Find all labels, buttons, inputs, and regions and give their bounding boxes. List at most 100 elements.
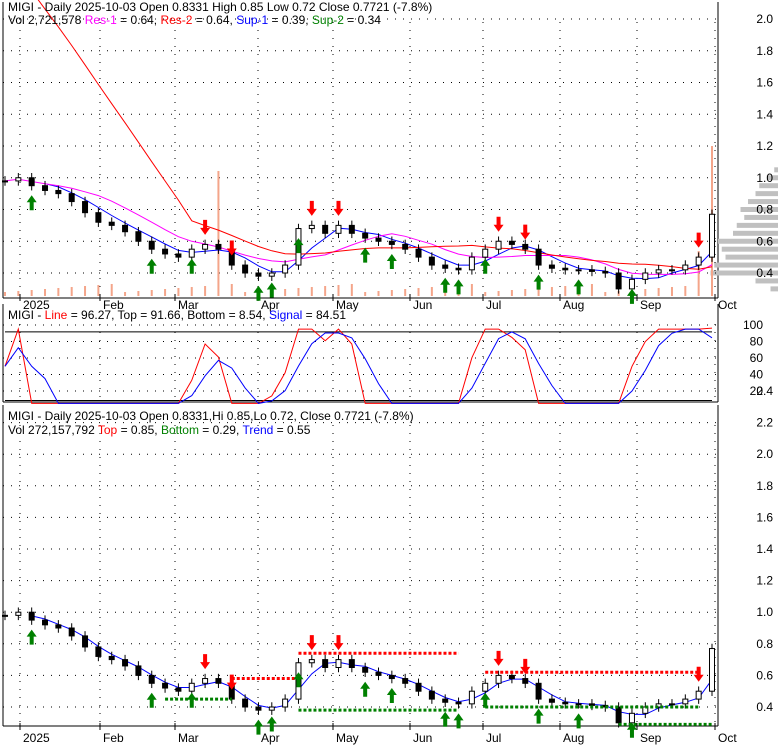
trend-price-y-tick-label: 2.0 bbox=[756, 447, 773, 461]
trend-candle-body bbox=[575, 703, 582, 706]
volume-bar bbox=[124, 292, 127, 296]
price-y-tick-label: 2.0 bbox=[756, 12, 773, 26]
volume-label: Vol 2,721,578 bbox=[8, 13, 82, 27]
trend-candle-body bbox=[348, 659, 355, 668]
up-arrow-icon bbox=[266, 282, 277, 298]
candle-body bbox=[215, 243, 222, 250]
up-arrow-icon bbox=[266, 716, 277, 732]
trend-candle-body bbox=[522, 678, 529, 684]
volume-bar bbox=[644, 289, 647, 296]
up-arrow-icon bbox=[26, 195, 37, 211]
down-arrow-icon bbox=[493, 216, 504, 232]
trend-candle-body bbox=[709, 648, 715, 692]
volume-bar bbox=[670, 287, 673, 296]
volume-profile-bar bbox=[774, 167, 778, 173]
res1-value: = 0.64, bbox=[116, 13, 161, 27]
candle-body bbox=[415, 248, 422, 258]
down-arrow-icon bbox=[200, 219, 211, 235]
candle-body bbox=[42, 185, 49, 191]
candle-body bbox=[268, 272, 275, 277]
up-arrow-icon bbox=[533, 708, 544, 724]
trend-candle-body bbox=[202, 678, 209, 684]
volume-bar bbox=[337, 285, 340, 296]
candle-body bbox=[362, 232, 369, 239]
stoch-signal-value: = 84.51 bbox=[302, 308, 347, 322]
down-arrow-icon bbox=[306, 200, 317, 216]
trend-candle-body bbox=[628, 712, 635, 724]
candle-body bbox=[375, 237, 382, 242]
x-tick-label-top: Jun bbox=[413, 298, 432, 312]
trend-candle-body bbox=[68, 627, 75, 637]
chart-canvas: 0.40.60.81.01.21.41.61.82.0204060801000.… bbox=[2, 0, 778, 745]
trend-candle-body bbox=[282, 698, 289, 708]
x-tick-label-bottom: Jul bbox=[486, 731, 501, 745]
volume-bar bbox=[470, 284, 473, 296]
candle-body bbox=[495, 240, 502, 250]
sup2-label: Sup-2 bbox=[311, 13, 344, 27]
res2-value: = 0.64, bbox=[192, 13, 237, 27]
trend-candle-body bbox=[562, 701, 569, 705]
trend-candle-body bbox=[242, 698, 249, 708]
trend-candle-body bbox=[548, 698, 555, 703]
price-y-tick-label: 0.8 bbox=[756, 203, 773, 217]
candle-body bbox=[709, 213, 715, 258]
candle-body bbox=[28, 177, 35, 187]
x-tick-label-top: Oct bbox=[718, 298, 737, 312]
up-arrow-icon bbox=[533, 274, 544, 290]
trend-candle-body bbox=[508, 674, 515, 680]
volume-bar bbox=[44, 289, 47, 296]
volume-bar bbox=[244, 292, 247, 296]
trend-candle-body bbox=[388, 674, 395, 680]
trend-candle-body bbox=[55, 624, 62, 629]
volume-bar bbox=[4, 292, 6, 296]
volume-bar bbox=[204, 286, 207, 296]
candle-body bbox=[322, 224, 329, 234]
res2-line bbox=[37, 0, 713, 270]
panel2-legend: MIGI - Line = 96.27, Top = 91.66, Bottom… bbox=[8, 308, 346, 322]
down-arrow-icon bbox=[693, 232, 704, 248]
trend-value: = 0.55 bbox=[273, 423, 311, 437]
volume-bar bbox=[177, 288, 180, 296]
trend-candle-body bbox=[415, 682, 422, 692]
candle-body bbox=[122, 224, 129, 233]
trend-candle-body bbox=[28, 611, 35, 621]
trend-price-y-tick-label: 2.2 bbox=[756, 416, 773, 430]
price-y-tick-label: 0.4 bbox=[756, 266, 773, 280]
x-tick-label-bottom: Jun bbox=[413, 731, 432, 745]
candle-body bbox=[108, 221, 115, 226]
trend-candle-body bbox=[162, 682, 169, 689]
candle-body bbox=[482, 248, 489, 258]
down-arrow-icon bbox=[333, 635, 344, 651]
candle-body bbox=[535, 248, 542, 266]
candle-body bbox=[522, 243, 529, 250]
volume-bar bbox=[497, 291, 500, 296]
candle-body bbox=[388, 240, 395, 245]
volume-bar bbox=[57, 288, 60, 296]
bottom-value: = 0.29, bbox=[198, 423, 243, 437]
price-y-tick-label: 1.2 bbox=[756, 139, 773, 153]
up-arrow-icon bbox=[26, 629, 37, 645]
volume-bar bbox=[524, 289, 527, 296]
candle-body bbox=[135, 231, 142, 242]
volume-profile-bar bbox=[770, 286, 778, 292]
trend-price-y-tick-label: 1.8 bbox=[756, 479, 773, 493]
price-y-tick-label: 1.4 bbox=[756, 107, 773, 121]
up-arrow-icon bbox=[480, 258, 491, 274]
up-arrow-icon bbox=[453, 279, 464, 295]
trend-candle-body bbox=[108, 655, 115, 661]
stoch-line-value: = 96.27, Top = 91.66, Bottom = 8.54, bbox=[67, 308, 269, 322]
panel1-title: MIGI - Daily 2025-10-03 Open 0.8331 High… bbox=[8, 0, 433, 14]
candle-body bbox=[628, 278, 635, 290]
stoch-y-tick-label: 80 bbox=[750, 335, 764, 349]
volume-profile-bar bbox=[755, 191, 778, 197]
trend-price-y-tick-label: 1.6 bbox=[756, 510, 773, 524]
up-arrow-icon bbox=[626, 288, 637, 304]
candle-body bbox=[442, 264, 449, 269]
up-arrow-icon bbox=[440, 277, 451, 293]
volume-bar bbox=[230, 284, 233, 296]
stoch-y-tick-label: 100 bbox=[743, 318, 763, 332]
candle-body bbox=[68, 193, 75, 203]
panel1-legend: Vol 2,721,578 Res-1 = 0.64, Res-2 = 0.64… bbox=[8, 13, 381, 27]
volume-bar bbox=[510, 290, 513, 296]
candle-body bbox=[2, 180, 8, 183]
